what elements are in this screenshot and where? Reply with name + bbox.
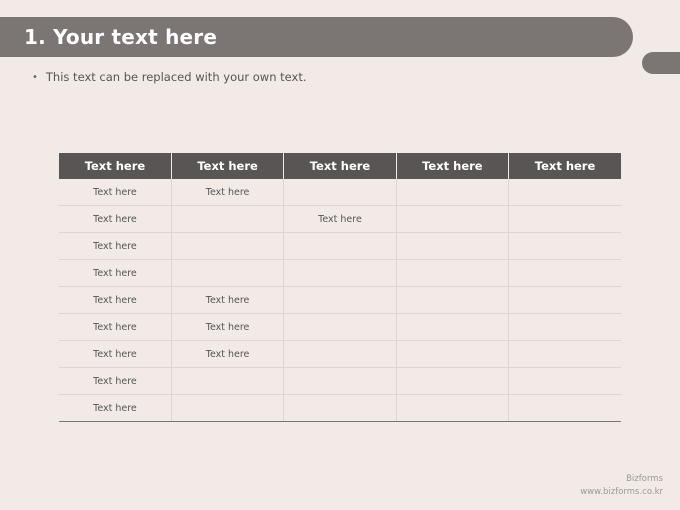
table-cell (283, 179, 397, 206)
column-header: Text here (396, 153, 510, 179)
table-cell (508, 286, 621, 314)
table-cell (396, 286, 510, 314)
title-bar: 1. Your text here (0, 17, 633, 57)
column-header: Text here (59, 153, 172, 179)
table-cell (171, 232, 285, 260)
table-cell (171, 394, 285, 422)
table-cell (283, 259, 397, 287)
column-header: Text here (171, 153, 285, 179)
table-cell (396, 367, 510, 395)
table-row: Text here Text here (59, 179, 621, 206)
table-cell (171, 205, 285, 233)
page-title: 1. Your text here (24, 25, 218, 49)
table-cell: Text here (171, 340, 285, 368)
table-cell (508, 232, 621, 260)
table-cell (283, 232, 397, 260)
table-row: Text here Text here (59, 205, 621, 233)
table-cell: Text here (59, 340, 172, 368)
column-header: Text here (508, 153, 621, 179)
table-cell (396, 313, 510, 341)
table-row: Text here (59, 232, 621, 260)
table-cell (283, 313, 397, 341)
table-cell (508, 259, 621, 287)
bullet-text: This text can be replaced with your own … (45, 70, 307, 84)
table-cell (508, 205, 621, 233)
bullet-item: • This text can be replaced with your ow… (32, 70, 307, 84)
column-header: Text here (283, 153, 397, 179)
table-cell: Text here (59, 367, 172, 395)
table-row: Text here (59, 259, 621, 287)
footer: Bizforms www.bizforms.co.kr (580, 473, 663, 499)
table-cell (283, 340, 397, 368)
table-header-row: Text here Text here Text here Text here … (59, 153, 621, 179)
table-cell: Text here (171, 313, 285, 341)
table-cell (508, 179, 621, 206)
table-row: Text here Text here (59, 340, 621, 368)
table-cell: Text here (59, 179, 172, 206)
table-cell: Text here (283, 205, 397, 233)
side-tab (642, 52, 680, 74)
table-cell (171, 259, 285, 287)
table-cell (396, 232, 510, 260)
table-cell (283, 286, 397, 314)
footer-url: www.bizforms.co.kr (580, 487, 663, 497)
table-cell: Text here (59, 286, 172, 314)
table-cell: Text here (59, 394, 172, 422)
table-cell (396, 340, 510, 368)
table-cell (508, 313, 621, 341)
table-cell (283, 394, 397, 422)
table-row: Text here Text here (59, 313, 621, 341)
table-cell: Text here (171, 179, 285, 206)
data-table: Text here Text here Text here Text here … (59, 153, 621, 422)
table-cell (508, 367, 621, 395)
table-cell (396, 179, 510, 206)
table-cell (508, 394, 621, 422)
table-row: Text here Text here (59, 286, 621, 314)
table-cell: Text here (171, 286, 285, 314)
table-cell: Text here (59, 232, 172, 260)
table-cell (396, 259, 510, 287)
table-cell: Text here (59, 313, 172, 341)
bullet-dot-icon: • (32, 71, 38, 83)
table-cell (283, 367, 397, 395)
table-row: Text here (59, 367, 621, 395)
table-cell: Text here (59, 259, 172, 287)
table-cell: Text here (59, 205, 172, 233)
footer-brand: Bizforms (626, 474, 663, 484)
table-cell (508, 340, 621, 368)
table-row: Text here (59, 394, 621, 422)
table-cell (396, 394, 510, 422)
table-cell (396, 205, 510, 233)
table-cell (171, 367, 285, 395)
